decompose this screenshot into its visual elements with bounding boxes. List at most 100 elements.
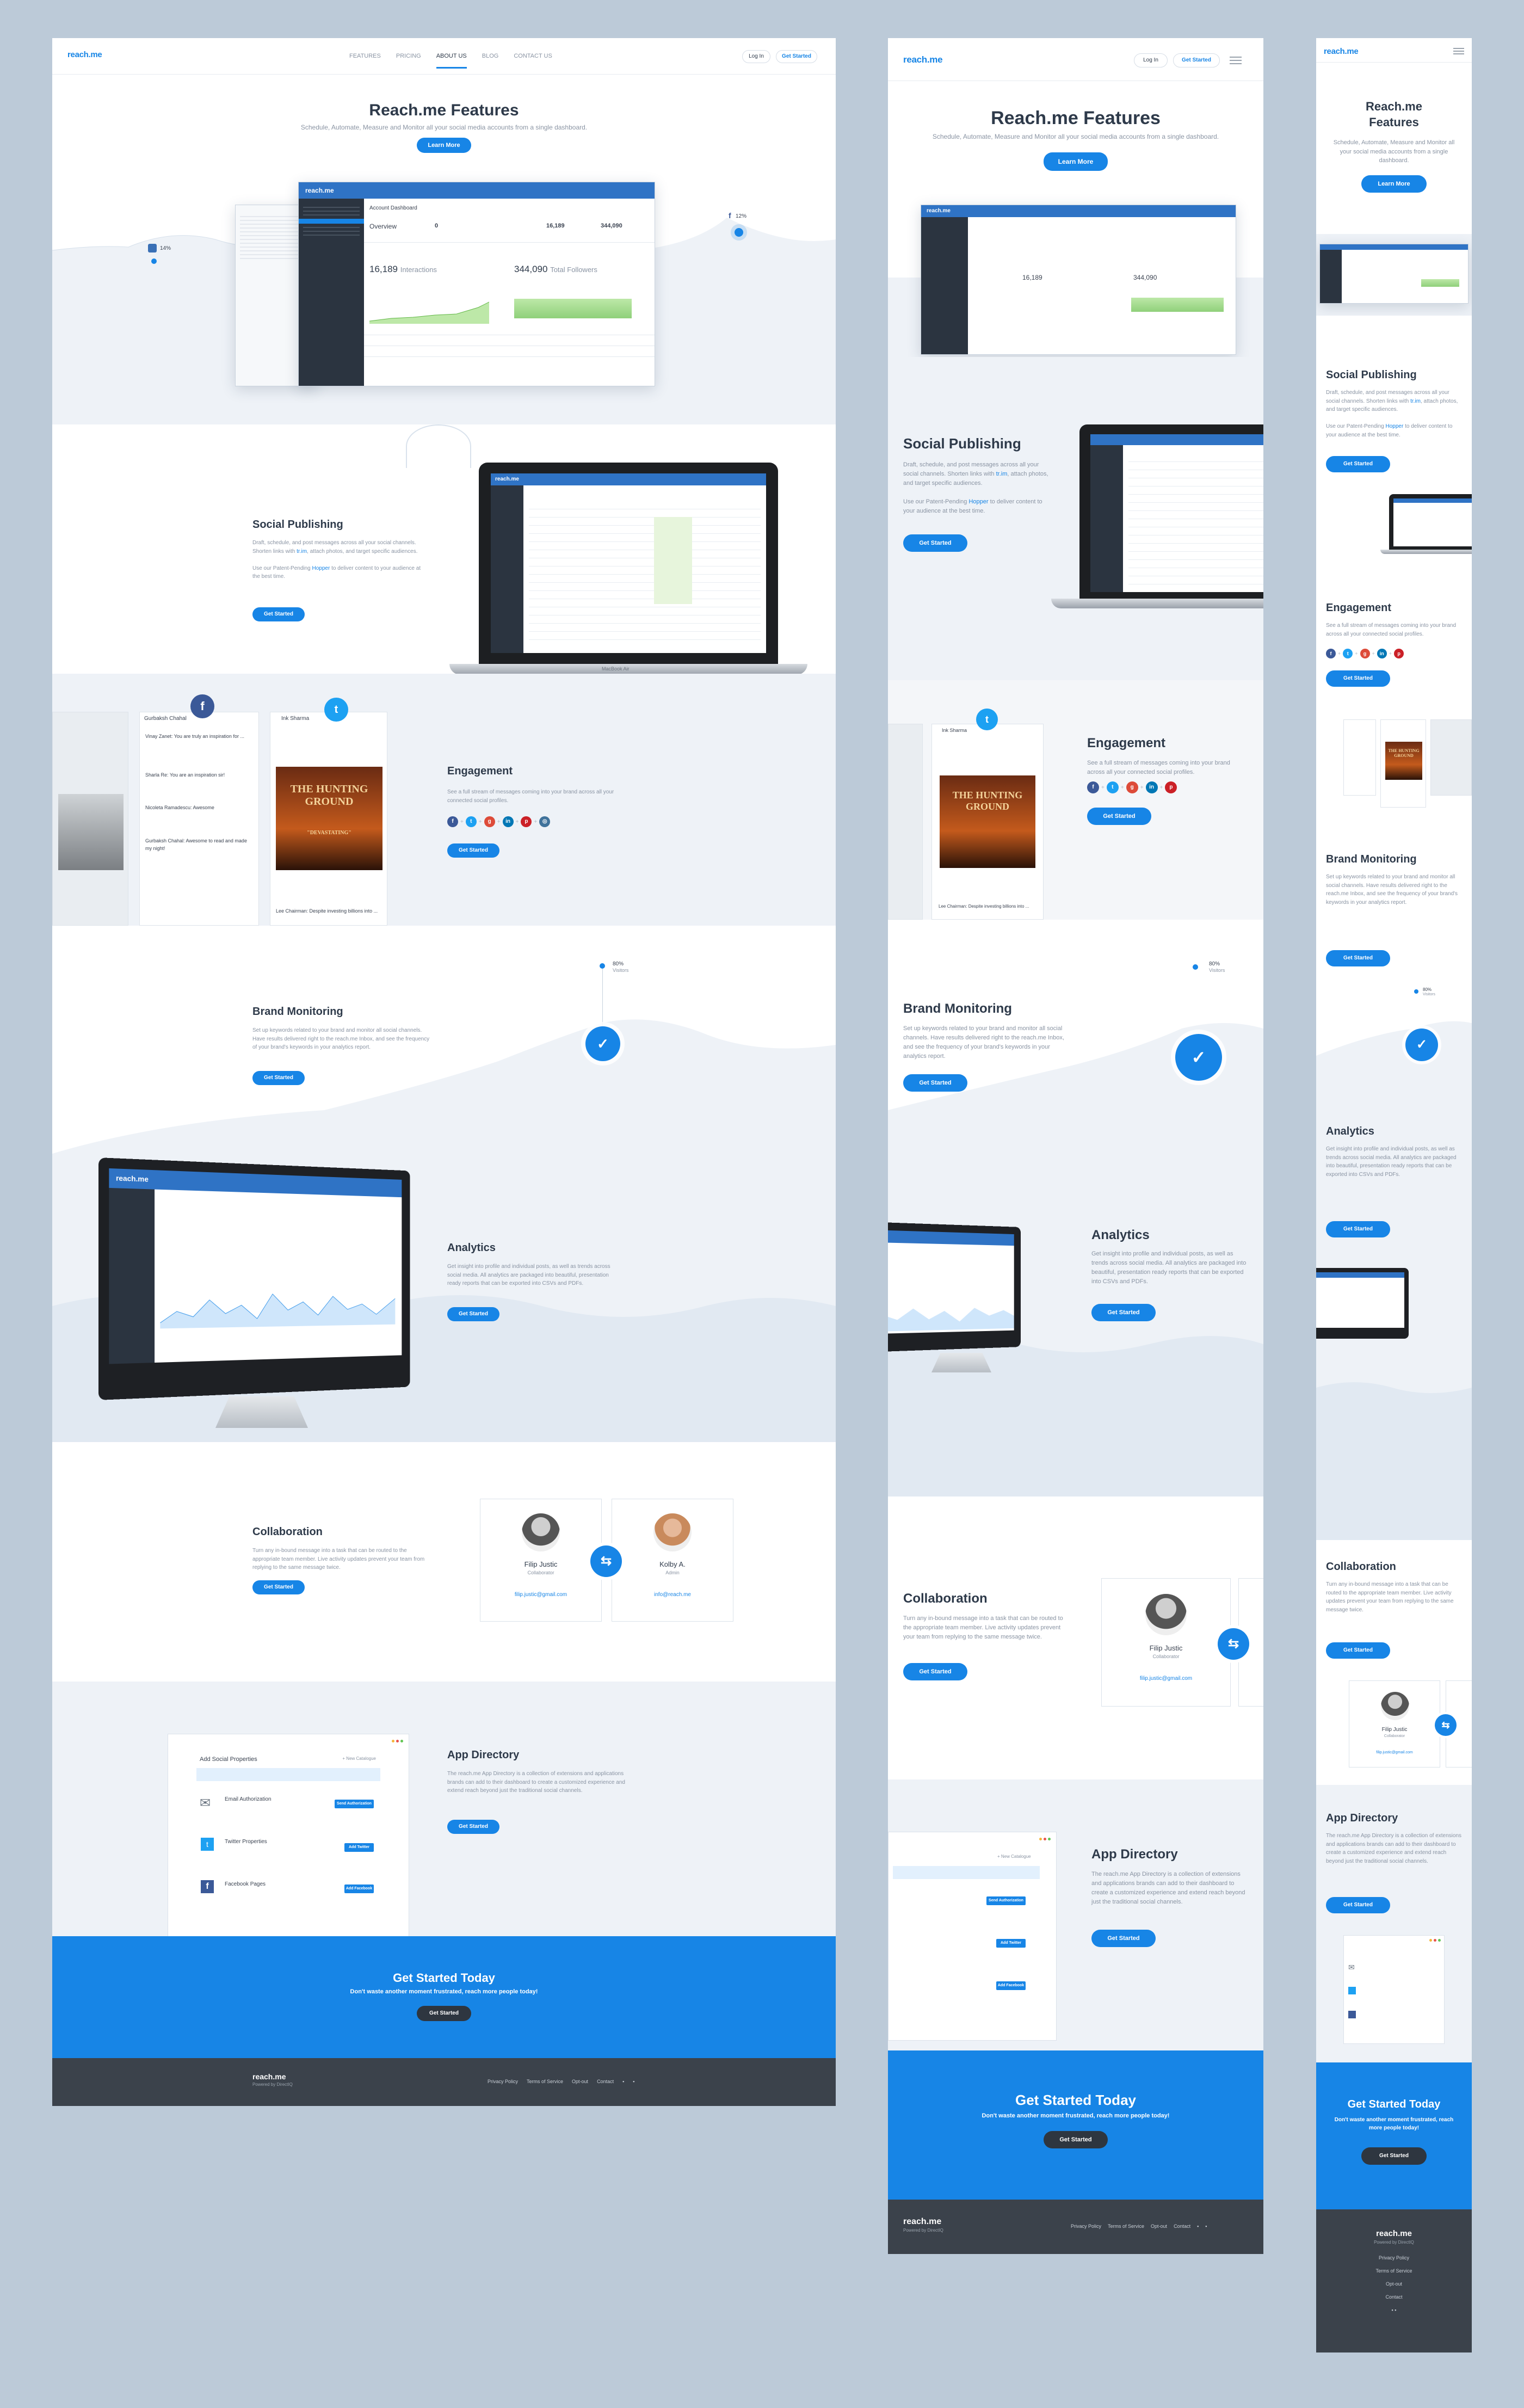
header-get-started-button[interactable]: Get Started (776, 50, 817, 63)
footer-optout-link[interactable]: Opt-out (572, 2079, 588, 2084)
panel-link[interactable]: + New Catalogue (342, 1756, 376, 1761)
footer-privacy-link[interactable]: Privacy Policy (1379, 2255, 1409, 2261)
facebook-icon[interactable]: ▪ (1197, 2224, 1199, 2229)
google-plus-icon[interactable]: g (1360, 649, 1370, 658)
app-directory-text: The reach.me App Directory is a collecti… (447, 1771, 625, 1794)
footer-privacy-link[interactable]: Privacy Policy (488, 2079, 518, 2084)
instagram-icon[interactable]: ◎ (539, 816, 551, 827)
footer-privacy-link[interactable]: Privacy Policy (1071, 2224, 1101, 2229)
pinterest-icon[interactable]: p (521, 816, 532, 827)
cta-get-started-button[interactable]: Get Started (417, 2006, 471, 2021)
analytics-get-started-button[interactable]: Get Started (1326, 1221, 1390, 1237)
monitoring-get-started-button[interactable]: Get Started (252, 1071, 305, 1085)
learn-more-button[interactable]: Learn More (1361, 175, 1427, 193)
twitter-icon[interactable]: ▪ (1205, 2224, 1207, 2229)
member-email[interactable]: filip.justic@gmail.com (1102, 1676, 1230, 1682)
publishing-get-started-button[interactable]: Get Started (1326, 456, 1390, 472)
nav-about-us[interactable]: ABOUT US (436, 53, 467, 69)
footer-terms-link[interactable]: Terms of Service (1375, 2268, 1412, 2274)
panel-link[interactable]: + New Catalogue (997, 1854, 1031, 1859)
send-authorization-button[interactable]: Send Authorization (986, 1896, 1026, 1905)
engagement-get-started-button[interactable]: Get Started (447, 843, 499, 858)
footer-logo[interactable]: reach.me (903, 2217, 941, 2227)
header-get-started-button[interactable]: Get Started (1173, 53, 1220, 67)
cta-subtitle: Don't waste another moment frustrated, r… (982, 2113, 1170, 2119)
collaboration-get-started-button[interactable]: Get Started (903, 1663, 967, 1680)
linkedin-icon[interactable]: in (1145, 781, 1158, 793)
menu-icon[interactable] (1230, 57, 1242, 64)
pinterest-icon[interactable]: p (1165, 781, 1177, 793)
monitoring-get-started-button[interactable]: Get Started (903, 1074, 967, 1092)
nav-features[interactable]: FEATURES (349, 53, 381, 69)
app-directory-get-started-button[interactable]: Get Started (447, 1820, 499, 1834)
publishing-get-started-button[interactable]: Get Started (252, 607, 305, 621)
app-directory-get-started-button[interactable]: Get Started (1326, 1897, 1390, 1913)
add-twitter-button[interactable]: Add Twitter (996, 1939, 1026, 1948)
cta-get-started-button[interactable]: Get Started (1361, 2147, 1427, 2165)
facebook-icon[interactable]: f (1087, 781, 1099, 793)
facebook-icon[interactable]: f (447, 816, 458, 827)
swap-icon[interactable]: ⇆ (1218, 1628, 1249, 1660)
trim-link[interactable]: tr.im (297, 549, 307, 555)
engagement-get-started-button[interactable]: Get Started (1326, 670, 1390, 687)
linkedin-icon[interactable]: in (502, 816, 514, 827)
social-icons[interactable]: ▪ ▪ (1392, 2307, 1397, 2313)
cta-get-started-button[interactable]: Get Started (1044, 2131, 1108, 2148)
nav-blog[interactable]: BLOG (482, 53, 499, 69)
facebook-icon[interactable]: ▪ (622, 2079, 624, 2084)
logo[interactable]: reach.me (67, 50, 102, 59)
footer-terms-link[interactable]: Terms of Service (1108, 2224, 1144, 2229)
send-authorization-button[interactable]: Send Authorization (335, 1800, 374, 1808)
analytics-get-started-button[interactable]: Get Started (1091, 1304, 1156, 1321)
collaboration-get-started-button[interactable]: Get Started (1326, 1642, 1390, 1659)
footer-logo[interactable]: reach.me (252, 2072, 286, 2081)
add-facebook-button[interactable]: Add Facebook (996, 1981, 1026, 1990)
footer-optout-link[interactable]: Opt-out (1151, 2224, 1167, 2229)
swap-icon[interactable]: ⇆ (590, 1545, 622, 1577)
swap-icon[interactable]: ⇆ (1435, 1714, 1457, 1736)
hopper-link[interactable]: Hopper (1386, 423, 1404, 429)
footer-logo[interactable]: reach.me (1316, 2229, 1472, 2238)
nike-brand-icon: ✓ (585, 1026, 620, 1061)
member-email[interactable]: filip.justic@gmail.com (480, 1592, 601, 1598)
monitoring-get-started-button[interactable]: Get Started (1326, 950, 1390, 966)
member-email[interactable]: filip.justic@gmail.com (1349, 1751, 1440, 1754)
nav-pricing[interactable]: PRICING (396, 53, 421, 69)
twitter-icon[interactable]: t (1106, 781, 1119, 793)
learn-more-button[interactable]: Learn More (1044, 152, 1108, 171)
google-plus-icon[interactable]: g (484, 816, 495, 827)
footer-contact-link[interactable]: Contact (597, 2079, 614, 2084)
linkedin-icon[interactable]: in (1377, 649, 1387, 658)
publishing-get-started-button[interactable]: Get Started (903, 534, 967, 552)
hopper-link[interactable]: Hopper (968, 498, 988, 505)
add-twitter-button[interactable]: Add Twitter (344, 1843, 374, 1852)
learn-more-button[interactable]: Learn More (417, 138, 471, 153)
trim-link[interactable]: tr.im (996, 471, 1008, 477)
menu-icon[interactable] (1453, 48, 1464, 54)
twitter-icon[interactable]: t (465, 816, 477, 827)
footer-optout-link[interactable]: Opt-out (1386, 2281, 1402, 2287)
footer-contact-link[interactable]: Contact (1385, 2294, 1402, 2300)
login-button[interactable]: Log In (742, 50, 770, 63)
collaboration-get-started-button[interactable]: Get Started (252, 1580, 305, 1594)
add-facebook-button[interactable]: Add Facebook (344, 1884, 374, 1893)
logo[interactable]: reach.me (1324, 47, 1359, 56)
engagement-get-started-button[interactable]: Get Started (1087, 808, 1151, 825)
twitter-feed-user: Ink Sharma (942, 728, 967, 733)
login-button[interactable]: Log In (1134, 53, 1168, 67)
google-plus-icon[interactable]: g (1126, 781, 1138, 793)
trim-link[interactable]: tr.im (1410, 398, 1421, 404)
twitter-icon[interactable]: t (1343, 649, 1353, 658)
footer-contact-link[interactable]: Contact (1174, 2224, 1190, 2229)
pinterest-icon[interactable]: p (1394, 649, 1404, 658)
app-directory-get-started-button[interactable]: Get Started (1091, 1930, 1156, 1947)
member-email[interactable]: info@reach.me (612, 1592, 733, 1598)
hopper-link[interactable]: Hopper (312, 565, 330, 571)
twitter-icon[interactable]: ▪ (633, 2079, 634, 2084)
nav-contact-us[interactable]: CONTACT US (514, 53, 552, 69)
facebook-icon[interactable]: f (1326, 649, 1336, 658)
logo[interactable]: reach.me (903, 54, 943, 65)
analytics-get-started-button[interactable]: Get Started (447, 1307, 499, 1321)
footer-terms-link[interactable]: Terms of Service (527, 2079, 563, 2084)
monitoring-text: Set up keywords related to your brand an… (903, 1025, 1064, 1060)
